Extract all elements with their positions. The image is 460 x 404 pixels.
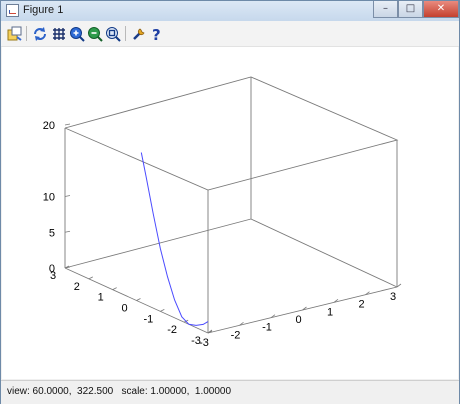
toolbar-separator (26, 26, 27, 41)
autoscale-icon[interactable] (105, 26, 121, 42)
tick-group (64, 123, 402, 334)
y-tick-label: 1 (98, 292, 104, 304)
close-button[interactable]: ✕ (423, 1, 459, 18)
toolbar-separator (125, 26, 126, 41)
figure-window: Figure 1 – □ ✕ ? -3 -2 -1 0 1 2 3 -3 -2 … (0, 0, 460, 404)
figure-app-icon (6, 4, 19, 17)
y-tick-label: -2 (167, 324, 177, 336)
settings-wrench-icon[interactable] (131, 26, 147, 42)
minimize-button[interactable]: – (373, 1, 398, 18)
svg-text:?: ? (152, 26, 161, 42)
y-tick (136, 298, 141, 301)
x-tick (396, 283, 402, 288)
z-tick (64, 266, 71, 269)
3d-axes[interactable]: -3-2-10123-3-2-10123051020 (2, 47, 458, 379)
box-top-face (64, 76, 399, 191)
copy-figure-icon[interactable] (7, 26, 23, 42)
plot-canvas[interactable]: -3 -2 -1 0 1 2 3 -3 -2 -1 0 1 2 3 0 5 10 20 (2, 47, 458, 379)
z-tick-label: 10 (43, 192, 55, 204)
grid-icon[interactable] (51, 26, 67, 42)
status-bar: view: 60.0000, 322.500 scale: 1.00000, 1… (1, 380, 459, 404)
x-tick-label: 0 (295, 314, 301, 326)
x-tick-label: -1 (262, 322, 272, 334)
zoom-in-icon[interactable] (69, 26, 85, 42)
maximize-button[interactable]: □ (398, 1, 423, 18)
help-icon[interactable]: ? (149, 26, 165, 42)
x-tick-label: 2 (358, 299, 364, 311)
x-tick-label: -2 (231, 329, 241, 341)
z-tick (64, 230, 71, 233)
y-tick (112, 287, 117, 291)
z-tick-label: 5 (49, 227, 55, 239)
x-tick-label: 3 (390, 291, 396, 303)
y-tick (88, 276, 94, 280)
title-bar[interactable]: Figure 1 – □ ✕ (1, 1, 459, 21)
z-tick-label: 20 (43, 120, 55, 132)
z-tick (64, 123, 71, 126)
y-tick (160, 308, 165, 312)
axes-box (64, 76, 399, 334)
x-tick-label: 1 (327, 306, 333, 318)
replot-icon[interactable] (32, 26, 48, 42)
box-bottom-back-left (64, 218, 252, 269)
box-bottom-back-right (250, 218, 398, 288)
zoom-out-icon[interactable] (87, 26, 103, 42)
z-tick (64, 195, 71, 197)
view-scale-status: view: 60.0000, 322.500 scale: 1.00000, 1… (7, 386, 232, 397)
y-tick-label: -1 (143, 313, 153, 325)
figure-toolbar: ? (1, 21, 459, 47)
y-tick-label: 2 (74, 281, 80, 293)
y-tick-label: -3 (191, 335, 201, 347)
z-tick-label: 0 (49, 263, 55, 275)
y-tick-label: 0 (121, 303, 127, 315)
window-title: Figure 1 (23, 4, 64, 16)
